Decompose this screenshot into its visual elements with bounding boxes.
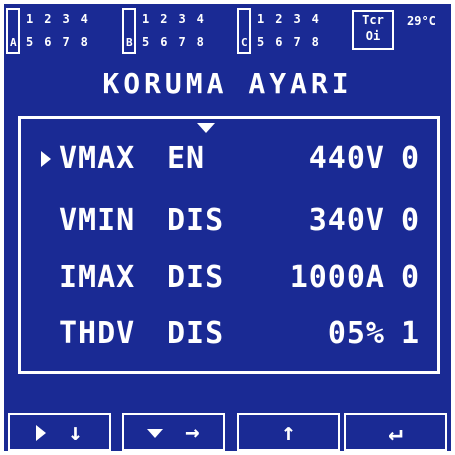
protection-row-imax[interactable]: IMAX DIS 1000A 0 [21, 258, 437, 298]
page-title: KORUMA AYARI [102, 67, 353, 100]
next-field-softkey[interactable]: → [122, 413, 225, 451]
channel-letter-box: B [122, 8, 136, 54]
down-triangle-icon [147, 428, 164, 438]
parameter-state[interactable]: EN [167, 139, 205, 179]
parameter-flag[interactable]: 0 [401, 258, 419, 298]
right-arrow-icon: → [185, 418, 200, 446]
enter-icon: ↵ [388, 418, 403, 446]
channel-digits-row2: 5678 [26, 35, 99, 49]
increase-softkey[interactable]: ↑ [237, 413, 340, 451]
protection-settings-panel: VMAX EN 440V 0 VMIN DIS 340V 0 IMAX DIS … [18, 116, 440, 374]
channel-digits-row2: 5678 [142, 35, 215, 49]
parameter-state[interactable]: DIS [167, 314, 224, 354]
tcr-label: Tcr [362, 13, 384, 27]
tcr-sub-label: Oi [365, 29, 381, 43]
parameter-value[interactable]: 340V [309, 201, 385, 241]
tcr-indicator: Tcr Oi [352, 10, 394, 50]
parameter-name: IMAX [59, 260, 136, 295]
parameter-name: VMAX [59, 141, 136, 176]
protection-row-vmin[interactable]: VMIN DIS 340V 0 [21, 201, 437, 241]
parameter-state[interactable]: DIS [167, 201, 224, 241]
down-triangle-icon [197, 123, 215, 133]
right-triangle-icon [41, 151, 51, 167]
channel-digits-row2: 5678 [257, 35, 330, 49]
right-triangle-icon [36, 425, 47, 441]
parameter-name: VMIN [59, 203, 136, 238]
down-arrow-icon: ↓ [68, 418, 83, 446]
parameter-value[interactable]: 05% [328, 314, 385, 354]
channel-digits-row1: 1234 [257, 12, 330, 26]
enter-softkey[interactable]: ↵ [344, 413, 447, 451]
parameter-flag[interactable]: 0 [401, 139, 419, 179]
parameter-name: THDV [59, 316, 136, 351]
lcd-screen: A 1234 5678 B 1234 5678 C 1234 5678 Tcr … [4, 4, 451, 451]
protection-row-vmax[interactable]: VMAX EN 440V 0 [21, 139, 437, 179]
parameter-flag[interactable]: 1 [401, 314, 419, 354]
parameter-flag[interactable]: 0 [401, 201, 419, 241]
select-down-softkey[interactable]: ↓ [8, 413, 111, 451]
channel-letter-box: A [6, 8, 20, 54]
up-arrow-icon: ↑ [281, 418, 296, 446]
protection-row-thdv[interactable]: THDV DIS 05% 1 [21, 314, 437, 354]
temperature-readout: 29°C [407, 14, 436, 28]
parameter-value[interactable]: 1000A [290, 258, 385, 298]
channel-letter-box: C [237, 8, 251, 54]
parameter-state[interactable]: DIS [167, 258, 224, 298]
channel-digits-row1: 1234 [26, 12, 99, 26]
parameter-value[interactable]: 440V [309, 139, 385, 179]
channel-digits-row1: 1234 [142, 12, 215, 26]
